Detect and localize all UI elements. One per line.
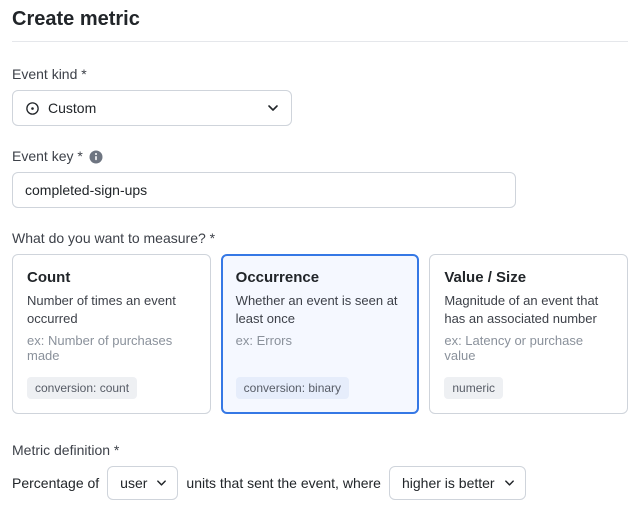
- card-desc: Magnitude of an event that has an associ…: [444, 292, 613, 327]
- card-example: ex: Latency or purchase value: [444, 333, 613, 363]
- measure-label: What do you want to measure? *: [12, 230, 628, 246]
- definition-label: Metric definition *: [12, 442, 628, 458]
- definition-middle: units that sent the event, where: [186, 475, 381, 491]
- card-tag: conversion: count: [27, 377, 137, 399]
- event-kind-label: Event kind *: [12, 66, 628, 82]
- chevron-down-icon: [504, 478, 515, 489]
- card-tag: conversion: binary: [236, 377, 349, 399]
- direction-value: higher is better: [402, 475, 495, 491]
- direction-select[interactable]: higher is better: [389, 466, 526, 500]
- event-key-label: Event key *: [12, 148, 628, 164]
- event-kind-select[interactable]: Custom: [12, 90, 292, 126]
- card-tag: numeric: [444, 377, 503, 399]
- card-desc: Whether an event is seen at least once: [236, 292, 405, 327]
- card-title: Occurrence: [236, 269, 405, 286]
- event-kind-value: Custom: [48, 100, 96, 116]
- measure-option-value[interactable]: Value / Size Magnitude of an event that …: [429, 254, 628, 414]
- measure-option-occurrence[interactable]: Occurrence Whether an event is seen at l…: [221, 254, 420, 414]
- target-icon: [25, 101, 40, 116]
- card-title: Value / Size: [444, 269, 613, 286]
- unit-value: user: [120, 475, 147, 491]
- divider: [12, 41, 628, 42]
- card-title: Count: [27, 269, 196, 286]
- event-key-input[interactable]: [12, 172, 516, 208]
- info-icon: [89, 150, 103, 164]
- unit-select[interactable]: user: [107, 466, 178, 500]
- definition-prefix: Percentage of: [12, 475, 99, 491]
- measure-option-count[interactable]: Count Number of times an event occurred …: [12, 254, 211, 414]
- chevron-down-icon: [156, 478, 167, 489]
- card-desc: Number of times an event occurred: [27, 292, 196, 327]
- card-example: ex: Errors: [236, 333, 405, 348]
- chevron-down-icon: [267, 102, 279, 114]
- card-example: ex: Number of purchases made: [27, 333, 196, 363]
- page-title: Create metric: [12, 8, 628, 31]
